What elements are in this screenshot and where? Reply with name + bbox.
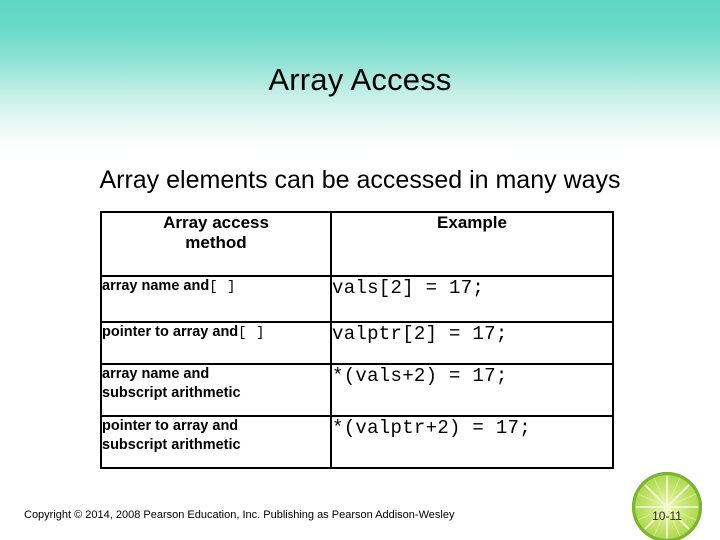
method-label-line2: subscript arithmetic xyxy=(102,436,241,453)
cell-method: pointer to array and[ ] xyxy=(100,321,332,365)
cell-example: valptr[2] = 17; xyxy=(330,321,614,365)
table-row: pointer to array and subscript arithmeti… xyxy=(100,415,614,469)
slide-canvas: Array Access Array elements can be acces… xyxy=(0,0,720,540)
table-header-row: Array access method Example xyxy=(100,211,614,277)
cell-example: vals[2] = 17; xyxy=(330,275,614,323)
array-access-table: Array access method Example array name a… xyxy=(100,211,614,469)
cell-method: array name and[ ] xyxy=(100,275,332,323)
method-brackets: [ ] xyxy=(209,279,236,295)
column-header-method-line1: Array access xyxy=(163,213,269,232)
cell-method: array name and subscript arithmetic xyxy=(100,363,332,417)
copyright-notice: Copyright © 2014, 2008 Pearson Education… xyxy=(24,509,455,521)
method-brackets: [ ] xyxy=(238,325,265,341)
lime-slice-icon xyxy=(632,472,702,540)
method-label: pointer to array and xyxy=(102,324,239,340)
method-label-line2: subscript arithmetic xyxy=(102,384,241,401)
column-header-example: Example xyxy=(330,211,614,277)
table-row: pointer to array and[ ] valptr[2] = 17; xyxy=(100,321,614,365)
lime-rind xyxy=(632,472,702,540)
column-header-method-line2: method xyxy=(185,233,247,253)
method-label: pointer to array and xyxy=(102,418,239,434)
column-header-example-label: Example xyxy=(437,213,507,232)
cell-example: *(vals+2) = 17; xyxy=(330,363,614,417)
table-row: array name and subscript arithmetic *(va… xyxy=(100,363,614,417)
cell-example: *(valptr+2) = 17; xyxy=(330,415,614,469)
page-title: Array Access xyxy=(268,62,452,97)
cell-method: pointer to array and subscript arithmeti… xyxy=(100,415,332,469)
table-row: array name and[ ] vals[2] = 17; xyxy=(100,275,614,323)
method-label: array name and xyxy=(102,366,210,382)
column-header-method: Array access method xyxy=(100,211,332,277)
page-number: 10-11 xyxy=(652,509,682,523)
method-label: array name and xyxy=(102,278,210,294)
slide-subtitle: Array elements can be accessed in many w… xyxy=(99,166,621,194)
